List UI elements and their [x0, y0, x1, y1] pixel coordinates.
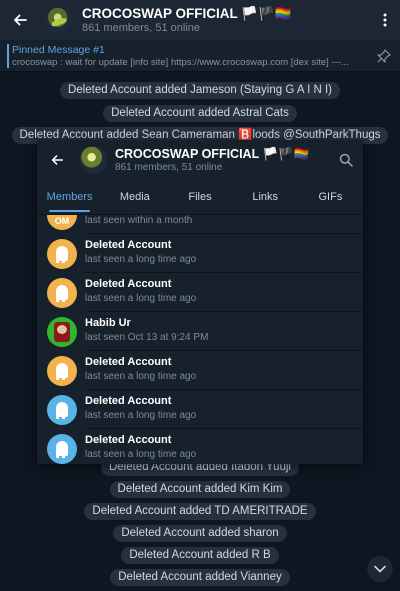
- chat-title-box[interactable]: CROCOSWAP OFFICIAL 🏳️🏴🏳️‍🌈 861 members, …: [82, 6, 370, 35]
- list-item[interactable]: Deleted Account last seen a long time ag…: [37, 273, 363, 312]
- member-name: Habib Ur: [85, 317, 131, 329]
- avatar-initials: OM: [54, 216, 70, 226]
- service-message: Deleted Account added Astral Cats: [0, 103, 400, 122]
- service-message: Deleted Account added Jameson (Staying G…: [0, 80, 400, 99]
- tab-members[interactable]: Members: [37, 186, 102, 214]
- avatar: [47, 356, 77, 386]
- scroll-down-button[interactable]: [367, 556, 393, 582]
- avatar: [47, 278, 77, 308]
- pinned-text: crocoswap : wait for update [info site] …: [12, 57, 349, 68]
- service-message: Deleted Account added sharon: [0, 523, 400, 542]
- list-item[interactable]: Deleted Account last seen a long time ag…: [37, 351, 363, 390]
- panel-search-button[interactable]: [329, 140, 363, 180]
- ghost-icon: [56, 363, 68, 380]
- pinned-label: Pinned Message #1: [12, 44, 105, 56]
- ghost-icon: [56, 246, 68, 263]
- member-name: Deleted Account: [85, 395, 172, 407]
- avatar: [47, 317, 77, 347]
- member-last-seen: last seen a long time ago: [85, 449, 197, 460]
- service-message: Deleted Account added TD AMERITRADE: [0, 501, 400, 520]
- member-last-seen: last seen Oct 13 at 9:24 PM: [85, 332, 209, 343]
- chat-subtitle: 861 members, 51 online: [82, 21, 201, 34]
- chat-title: CROCOSWAP OFFICIAL 🏳️🏴🏳️‍🌈: [82, 5, 292, 21]
- tab-files[interactable]: Files: [167, 186, 232, 214]
- service-message: Deleted Account added R B: [0, 545, 400, 564]
- avatar: [47, 434, 77, 464]
- ghost-icon: [56, 402, 68, 419]
- list-item[interactable]: Deleted Account last seen a long time ag…: [37, 429, 363, 464]
- face-icon: [57, 325, 67, 334]
- member-last-seen: last seen a long time ago: [85, 371, 197, 382]
- member-last-seen: last seen a long time ago: [85, 410, 197, 421]
- group-info-panel: CROCOSWAP OFFICIAL 🏳️🏴🏳️‍🌈 861 members, …: [37, 140, 363, 464]
- group-avatar[interactable]: [46, 7, 72, 33]
- tab-gifs[interactable]: GIFs: [298, 186, 363, 214]
- chat-header: CROCOSWAP OFFICIAL 🏳️🏴🏳️‍🌈 861 members, …: [0, 0, 400, 40]
- tab-media[interactable]: Media: [102, 186, 167, 214]
- member-name: Deleted Account: [85, 278, 172, 290]
- more-button[interactable]: [370, 2, 400, 38]
- member-last-seen: last seen within a month: [85, 215, 193, 226]
- tab-links[interactable]: Links: [233, 186, 298, 214]
- ghost-icon: [56, 285, 68, 302]
- arrow-left-icon: [51, 155, 64, 165]
- members-list[interactable]: OM last seen within a month Deleted Acco…: [37, 215, 363, 464]
- member-last-seen: last seen a long time ago: [85, 254, 197, 265]
- avatar: OM: [47, 215, 77, 230]
- panel-tabs: Members Media Files Links GIFs: [37, 186, 363, 214]
- member-name: Deleted Account: [85, 434, 172, 446]
- pinned-message[interactable]: Pinned Message #1 crocoswap : wait for u…: [0, 40, 400, 72]
- list-item[interactable]: Deleted Account last seen a long time ag…: [37, 390, 363, 429]
- pinned-bar: [7, 44, 9, 68]
- avatar: [47, 239, 77, 269]
- avatar: [47, 395, 77, 425]
- pin-icon[interactable]: [376, 48, 392, 69]
- panel-header: CROCOSWAP OFFICIAL 🏳️🏴🏳️‍🌈 861 members, …: [37, 140, 363, 180]
- member-name: Deleted Account: [85, 356, 172, 368]
- ghost-icon: [56, 441, 68, 458]
- back-button[interactable]: [2, 2, 38, 38]
- list-item[interactable]: OM last seen within a month: [37, 215, 363, 234]
- list-item[interactable]: Deleted Account last seen a long time ag…: [37, 234, 363, 273]
- arrow-left-icon: [14, 14, 27, 26]
- panel-group-avatar: [79, 146, 107, 174]
- service-message: Deleted Account added Vianney: [0, 567, 400, 586]
- more-vertical-icon: [383, 13, 387, 27]
- search-icon: [339, 153, 353, 167]
- member-last-seen: last seen a long time ago: [85, 293, 197, 304]
- service-message: Deleted Account added Kim Kim: [0, 479, 400, 498]
- list-item[interactable]: Habib Ur last seen Oct 13 at 9:24 PM: [37, 312, 363, 351]
- panel-back-button[interactable]: [39, 140, 75, 180]
- panel-title-box: CROCOSWAP OFFICIAL 🏳️🏴🏳️‍🌈 861 members, …: [115, 147, 329, 174]
- member-name: Deleted Account: [85, 239, 172, 251]
- panel-subtitle: 861 members, 51 online: [115, 161, 223, 173]
- chevron-down-icon: [374, 565, 386, 573]
- panel-title: CROCOSWAP OFFICIAL 🏳️🏴🏳️‍🌈: [115, 146, 310, 161]
